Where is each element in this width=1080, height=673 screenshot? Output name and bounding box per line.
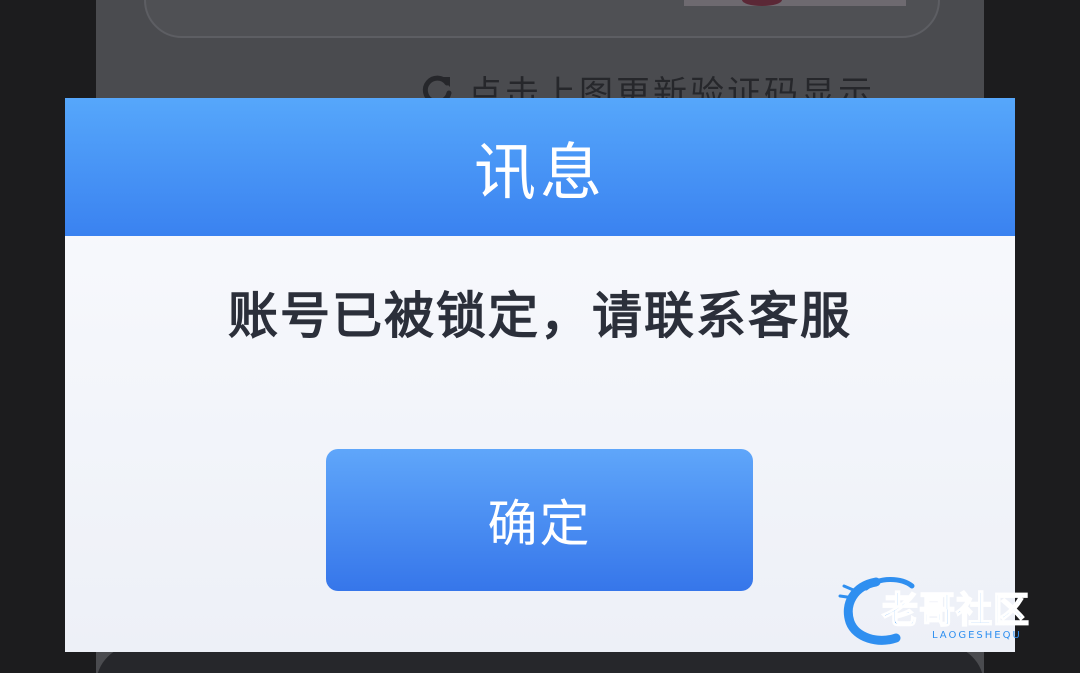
- message-dialog: 讯息 账号已被锁定，请联系客服 确定: [65, 98, 1015, 652]
- dialog-message: 账号已被锁定，请联系客服: [228, 287, 852, 345]
- confirm-button[interactable]: 确定: [326, 449, 753, 591]
- watermark-subtext: LAOGESHEQU: [932, 630, 1022, 641]
- dialog-title: 讯息: [473, 136, 606, 209]
- watermark-logo: 老哥社区 LAOGESHEQU: [838, 577, 1030, 645]
- dialog-header: 讯息: [65, 98, 1015, 236]
- captcha-image: [684, 0, 906, 6]
- watermark-text: 老哥社区: [882, 590, 1030, 631]
